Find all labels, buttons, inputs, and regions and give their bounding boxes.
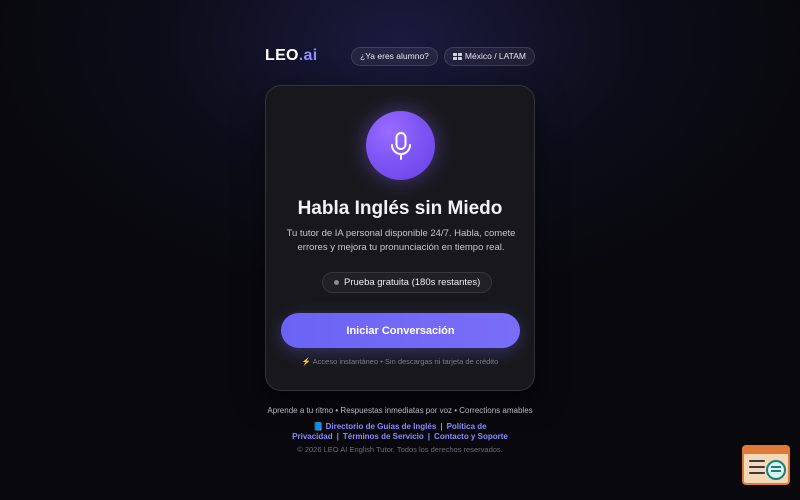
grid-flag-icon — [452, 52, 462, 60]
logo[interactable]: LEO.ai — [265, 47, 318, 65]
copyright: © 2026 LEO AI English Tutor. Todos los d… — [297, 445, 503, 454]
trial-badge-label: Prueba gratuita (180s restantes) — [344, 277, 481, 288]
card-description: Tu tutor de IA personal disponible 24/7.… — [286, 228, 516, 253]
card-note: ⚡ Acceso instantáneo • Sin descargas ni … — [301, 357, 499, 366]
top-actions: ¿Ya eres alumno? México / LATAM — [351, 46, 535, 66]
guides-directory-link[interactable]: 📘 Directorio de Guías de Inglés — [313, 422, 436, 431]
student-login-label: ¿Ya eres alumno? — [360, 51, 429, 61]
microphone-icon — [390, 131, 411, 160]
widget-titlebar — [744, 447, 788, 454]
search-document-icon — [766, 460, 786, 480]
terms-of-service-link[interactable]: Términos de Servicio — [343, 432, 424, 441]
floating-widget-button[interactable] — [742, 445, 790, 485]
region-button[interactable]: México / LATAM — [443, 46, 535, 66]
contact-support-link[interactable]: Contacto y Soporte — [434, 432, 508, 441]
logo-suffix: ai — [303, 47, 318, 64]
top-bar: LEO.ai ¿Ya eres alumno? México / LATAM — [265, 44, 535, 68]
mic-button[interactable] — [366, 111, 435, 180]
main-card: Habla Inglés sin Miedo Tu tutor de IA pe… — [265, 85, 535, 391]
link-separator: | — [336, 432, 339, 441]
start-conversation-label: Iniciar Conversación — [346, 324, 455, 337]
card-title: Habla Inglés sin Miedo — [297, 198, 503, 219]
footer-links: 📘 Directorio de Guías de Inglés | Política… — [270, 422, 530, 442]
link-separator: | — [427, 432, 431, 441]
status-dot-icon — [334, 280, 339, 285]
student-login-button[interactable]: ¿Ya eres alumno? — [351, 46, 438, 66]
link-separator: | — [440, 422, 443, 431]
document-lines-icon — [749, 460, 765, 478]
features-line: Aprende a tu ritmo • Respuestas inmediat… — [267, 406, 533, 415]
logo-main: LEO — [265, 47, 299, 64]
start-conversation-button[interactable]: Iniciar Conversación — [281, 313, 520, 348]
region-label: México / LATAM — [464, 51, 526, 61]
trial-badge: Prueba gratuita (180s restantes) — [322, 272, 493, 293]
